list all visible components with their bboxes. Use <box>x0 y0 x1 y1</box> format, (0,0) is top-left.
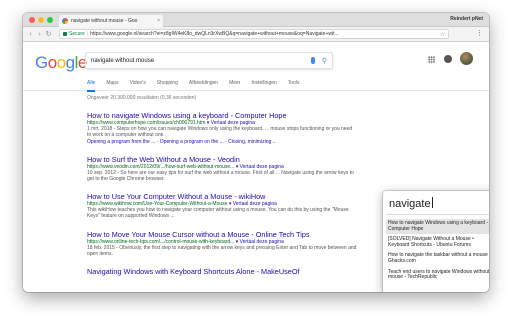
reload-icon[interactable]: ↻ <box>44 30 53 38</box>
palette-input[interactable]: navigate <box>389 197 433 210</box>
result-title-link[interactable]: How to Surf the Web Without a Mouse - Ve… <box>87 155 357 164</box>
back-icon[interactable]: ‹ <box>26 31 35 38</box>
tab-instellingen[interactable]: Instellingen <box>251 80 276 92</box>
result-title-link[interactable]: How to navigate Windows using a keyboard… <box>87 111 357 120</box>
logo-letter: g <box>65 53 75 72</box>
microphone-icon[interactable] <box>310 57 315 64</box>
browser-toolbar: ‹ › ↻ Secure | https://www.google.nl/sea… <box>23 27 489 42</box>
result-url-text: https://www.online-tech-tips.com/.../con… <box>87 238 235 245</box>
results-list: Ongeveer 20.300.000 resultaten (0,36 sec… <box>87 95 357 286</box>
search-result: Navigating Windows with Keyboard Shortcu… <box>87 267 357 276</box>
result-snippet: 18 feb. 2015 - Obviously, the first step… <box>87 244 357 258</box>
secure-label: Secure <box>69 31 85 37</box>
browser-window: navigate without mouse - Goo × Reindert … <box>23 13 489 292</box>
tab-afbeeldingen[interactable]: Afbeeldingen <box>189 80 218 92</box>
google-header: Google navigate without mouse ⚲ Alle Maps… <box>23 43 489 92</box>
result-snippet: 10 sep. 2012 - So here are our easy tips… <box>87 169 354 182</box>
logo-letter: o <box>56 53 66 72</box>
result-title-link[interactable]: How to Use Your Computer Without a Mouse… <box>87 192 357 201</box>
minimize-window-button[interactable] <box>38 17 44 23</box>
palette-suggestions: How to navigate Windows using a keyboard… <box>386 219 489 284</box>
result-snippet: This wikiHow teaches you how to navigate… <box>87 207 349 220</box>
profile-name[interactable]: Reindert pNet <box>450 16 483 22</box>
translate-page-link[interactable]: ▾ Vertaal deze pagina <box>236 164 284 170</box>
tab-close-icon[interactable]: × <box>157 18 160 24</box>
logo-letter: o <box>47 53 57 72</box>
close-window-button[interactable] <box>29 17 35 23</box>
palette-suggestion[interactable]: How to navigate Windows using a keyboard… <box>386 219 489 235</box>
search-result: How to Surf the Web Without a Mouse - Ve… <box>87 155 357 183</box>
result-stats: Ongeveer 20.300.000 resultaten (0,36 sec… <box>87 95 197 101</box>
palette-suggestion[interactable]: How to navigate the taskbar without a mo… <box>386 251 489 266</box>
google-favicon-icon <box>62 18 68 24</box>
palette-divider <box>386 214 489 215</box>
avatar[interactable] <box>460 52 473 65</box>
browser-tab[interactable]: navigate without mouse - Goo × <box>59 15 163 27</box>
notifications-icon[interactable] <box>444 55 452 63</box>
url-text[interactable]: https://www.google.nl/search?ei=z8gIW4eK… <box>90 31 437 37</box>
result-title-link[interactable]: Navigating Windows with Keyboard Shortcu… <box>87 267 357 276</box>
text-caret <box>431 197 433 208</box>
search-result: How to Use Your Computer Without a Mouse… <box>87 192 357 220</box>
maximize-window-button[interactable] <box>47 17 53 23</box>
palette-suggestion[interactable]: [SOLVED] Navigate Without a Mouse • Keyb… <box>386 235 489 250</box>
translate-page-link[interactable]: ▾ Vertaal deze pagina <box>236 239 284 245</box>
tab-tools[interactable]: Tools <box>288 80 300 92</box>
search-query[interactable]: navigate without mouse <box>91 58 311 64</box>
tab-title: navigate without mouse - Goo <box>71 18 138 24</box>
search-tabs: Alle Maps Video's Shopping Afbeeldingen Meer I… <box>87 80 310 92</box>
palette-suggestion[interactable]: Teach end users to navigate Windows with… <box>386 268 489 283</box>
tab-meer[interactable]: Meer <box>229 80 240 92</box>
browser-menu-icon[interactable]: ⋮ <box>476 29 483 37</box>
apps-grid-icon[interactable] <box>428 56 435 63</box>
tab-shopping[interactable]: Shopping <box>157 80 178 92</box>
tab-alle[interactable]: Alle <box>87 80 96 92</box>
title-bar: navigate without mouse - Goo × Reindert … <box>23 13 489 27</box>
logo-letter: G <box>35 53 48 72</box>
command-palette: navigate How to navigate Windows using a… <box>383 191 489 292</box>
omnibox-separator: | <box>86 31 89 37</box>
search-result: How to Move Your Mouse Cursor without a … <box>87 230 357 258</box>
result-url-text: https://www.veodin.com/2012/09/.../how-s… <box>87 163 235 170</box>
lock-icon <box>63 32 67 36</box>
tab-videos[interactable]: Video's <box>130 80 146 92</box>
result-sublinks[interactable]: Opening a program from the ... · Opening… <box>87 139 357 145</box>
bookmark-star-icon[interactable]: ☆ <box>440 31 445 38</box>
google-logo[interactable]: Google <box>35 53 87 73</box>
search-input[interactable]: navigate without mouse ⚲ <box>85 52 333 69</box>
search-result: How to navigate Windows using a keyboard… <box>87 111 357 145</box>
search-icon[interactable]: ⚲ <box>322 57 327 65</box>
tab-maps[interactable]: Maps <box>106 80 118 92</box>
forward-icon[interactable]: › <box>35 31 44 38</box>
result-snippet: 1 mrt. 2018 - Steps on how you can navig… <box>87 126 353 139</box>
address-bar[interactable]: Secure | https://www.google.nl/search?ei… <box>59 29 449 39</box>
result-title-link[interactable]: How to Move Your Mouse Cursor without a … <box>87 230 357 239</box>
